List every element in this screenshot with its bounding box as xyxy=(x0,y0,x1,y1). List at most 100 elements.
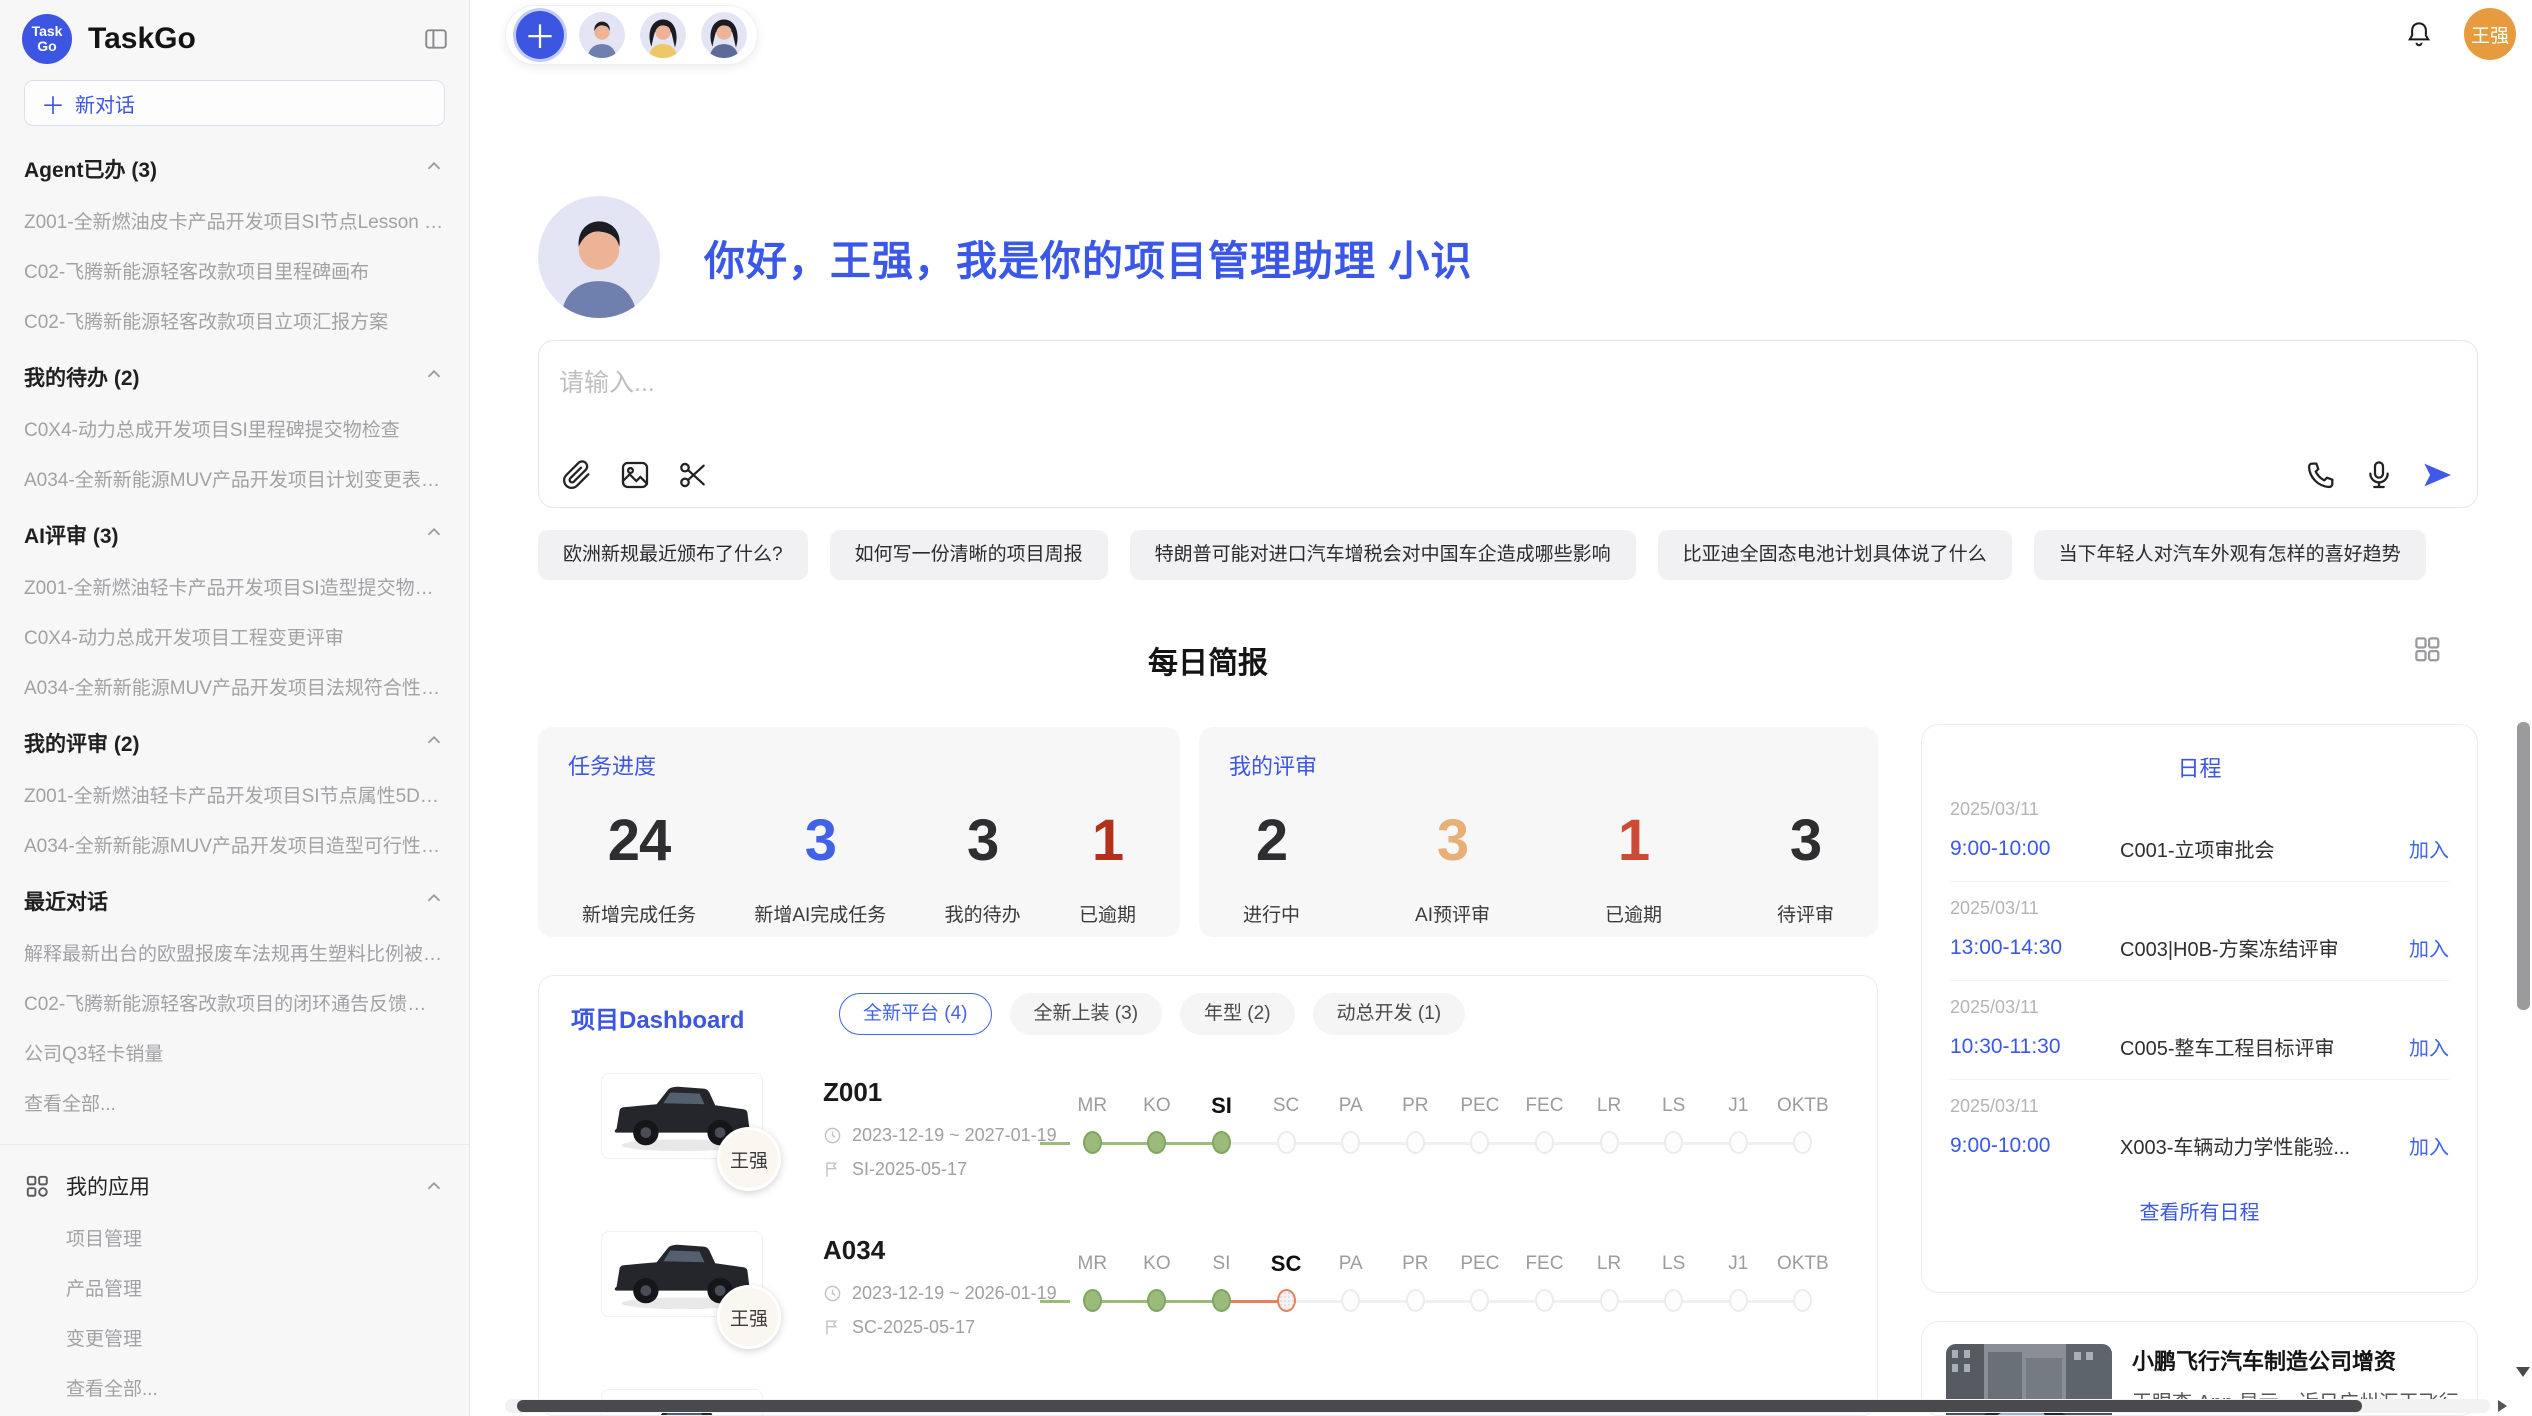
sidebar-item[interactable]: C0X4-动力总成开发项目SI里程碑提交物检查 xyxy=(24,415,445,442)
stat-label: AI预评审 xyxy=(1415,900,1490,927)
avatar[interactable] xyxy=(701,12,747,58)
milestone-label: KO xyxy=(1143,1249,1170,1279)
milestone-dot xyxy=(1277,1131,1296,1154)
sidebar-item[interactable]: 解释最新出台的欧盟报废车法规再生塑料比例被调至15%... xyxy=(24,939,445,966)
milestone-dot xyxy=(1470,1289,1489,1312)
apps-view-all[interactable]: 查看全部... xyxy=(24,1374,445,1401)
horizontal-scrollbar[interactable] xyxy=(505,1399,2490,1413)
stat-item: 24新增完成任务 xyxy=(582,807,696,927)
dashboard-tab[interactable]: 全新上装 (3) xyxy=(1010,993,1163,1035)
schedule-event: 2025/03/119:00-10:00X003-车辆动力学性能验...加入 xyxy=(1950,1080,2449,1178)
sidebar-item[interactable]: Z001-全新燃油皮卡产品开发项目SI节点Lesson Learn报告 xyxy=(24,207,445,234)
sidebar-section-header[interactable]: 最近对话 xyxy=(24,886,445,916)
sidebar-item[interactable]: C0X4-动力总成开发项目工程变更评审 xyxy=(24,623,445,650)
app-shortcut-item[interactable]: 产品管理 xyxy=(24,1274,445,1301)
composer-right-icons xyxy=(2305,459,2453,491)
project-name[interactable]: Z001 xyxy=(823,1077,882,1108)
milestone-label: PR xyxy=(1402,1091,1428,1121)
event-main: 10:30-11:30C005-整车工程目标评审加入 xyxy=(1950,1032,2449,1061)
vertical-scrollbar-thumb[interactable] xyxy=(2517,722,2530,1010)
scroll-right-arrow-icon[interactable] xyxy=(2498,1400,2507,1412)
add-conversation-button[interactable]: ＋ xyxy=(516,11,564,59)
assistant-avatar xyxy=(538,196,660,318)
sidebar-item[interactable]: C02-飞腾新能源轻客改款项目里程碑画布 xyxy=(24,257,445,284)
sidebar-item-my-apps[interactable]: 我的应用 xyxy=(24,1171,445,1201)
send-icon[interactable] xyxy=(2421,459,2453,491)
chevron-up-icon xyxy=(423,887,445,915)
sidebar-item[interactable]: A034-全新新能源MUV产品开发项目法规符合性评审 xyxy=(24,673,445,700)
suggestion-chip[interactable]: 如何写一份清晰的项目周报 xyxy=(830,530,1108,580)
scroll-down-arrow-icon[interactable] xyxy=(2516,1367,2530,1377)
project-row[interactable]: 王强A0342023-12-19 ~ 2026-01-19SC-2025-05-… xyxy=(539,1225,1878,1383)
horizontal-scrollbar-thumb[interactable] xyxy=(517,1400,2362,1412)
image-icon[interactable] xyxy=(619,459,651,491)
stat-item: 1已逾期 xyxy=(1079,807,1136,927)
sidebar-section-header[interactable]: 我的待办 (2) xyxy=(24,362,445,392)
suggestion-chip[interactable]: 欧洲新规最近颁布了什么? xyxy=(538,530,808,580)
milestone-label: LS xyxy=(1662,1249,1685,1279)
stat-value: 24 xyxy=(608,807,671,874)
avatar[interactable] xyxy=(640,12,686,58)
sidebar-item[interactable]: C02-飞腾新能源轻客改款项目立项汇报方案 xyxy=(24,307,445,334)
daily-brief-title: 每日简报 xyxy=(538,638,1878,682)
layout-grid-icon[interactable] xyxy=(2412,634,2442,664)
join-link[interactable]: 加入 xyxy=(2409,1131,2449,1160)
chevron-up-icon xyxy=(423,363,445,391)
view-all-schedule-link[interactable]: 查看所有日程 xyxy=(1950,1196,2449,1225)
chat-input[interactable] xyxy=(559,355,1959,411)
sidebar-item[interactable]: Z001-全新燃油轻卡产品开发项目SI节点属性5D文件评审 xyxy=(24,781,445,808)
sidebar-section-header[interactable]: 我的评审 (2) xyxy=(24,728,445,758)
apps-grid-icon xyxy=(24,1173,50,1199)
new-chat-button[interactable]: ＋ 新对话 xyxy=(24,80,445,126)
greeting-text: 你好，王强，我是你的项目管理助理 小识 xyxy=(704,227,1472,287)
suggestion-chip[interactable]: 比亚迪全固态电池计划具体说了什么 xyxy=(1658,530,2012,580)
join-link[interactable]: 加入 xyxy=(2409,834,2449,863)
sidebar-item[interactable]: 公司Q3轻卡销量 xyxy=(24,1039,445,1066)
dashboard-title: 项目Dashboard xyxy=(571,1000,744,1035)
phone-call-icon[interactable] xyxy=(2305,459,2337,491)
user-avatar[interactable]: 王强 xyxy=(2464,8,2516,60)
event-time: 13:00-14:30 xyxy=(1950,936,2120,960)
dashboard-tab[interactable]: 动总开发 (1) xyxy=(1313,993,1466,1035)
stat-item: 3新增AI完成任务 xyxy=(754,807,886,927)
milestone-label: FEC xyxy=(1525,1091,1563,1121)
notification-bell-icon[interactable] xyxy=(2404,19,2434,49)
scissors-icon[interactable] xyxy=(677,459,709,491)
sidebar-item[interactable]: Z001-全新燃油轻卡产品开发项目SI造型提交物评审 xyxy=(24,573,445,600)
sidebar-item[interactable]: C02-飞腾新能源轻客改款项目的闭环通告反馈情况 xyxy=(24,989,445,1016)
milestone-dot xyxy=(1535,1131,1554,1154)
event-date: 2025/03/11 xyxy=(1950,1096,2449,1117)
sidebar-header: Task Go TaskGo xyxy=(0,0,469,64)
dashboard-tab[interactable]: 全新平台 (4) xyxy=(839,993,992,1035)
stat-item: 3待评审 xyxy=(1777,807,1834,927)
milestone-track: MRKOSISCPAPRPECFECLRLSJ1OKTB xyxy=(1060,1091,1835,1154)
collapse-sidebar-icon[interactable] xyxy=(423,26,449,52)
schedule-event: 2025/03/119:00-10:00C001-立项审批会加入 xyxy=(1950,783,2449,882)
milestone-label: FEC xyxy=(1525,1249,1563,1279)
avatar[interactable] xyxy=(579,12,625,58)
event-date: 2025/03/11 xyxy=(1950,799,2449,820)
suggestion-chip[interactable]: 当下年轻人对汽车外观有怎样的喜好趋势 xyxy=(2034,530,2426,580)
dashboard-tab[interactable]: 年型 (2) xyxy=(1180,993,1295,1035)
app-shortcut-item[interactable]: 变更管理 xyxy=(24,1324,445,1351)
composer-left-icons xyxy=(561,459,709,491)
app-shortcut-item[interactable]: 项目管理 xyxy=(24,1224,445,1251)
project-name[interactable]: A034 xyxy=(823,1235,885,1266)
sidebar-section-header[interactable]: AI评审 (3) xyxy=(24,520,445,550)
suggestion-chip[interactable]: 特朗普可能对进口汽车增税会对中国车企造成哪些影响 xyxy=(1130,530,1636,580)
milestone-dot xyxy=(1083,1289,1102,1312)
project-row[interactable]: 王强Z0012023-12-19 ~ 2027-01-19SI-2025-05-… xyxy=(539,1067,1878,1225)
sidebar-section-header[interactable]: Agent已办 (3) xyxy=(24,154,445,184)
microphone-icon[interactable] xyxy=(2363,459,2395,491)
join-link[interactable]: 加入 xyxy=(2409,933,2449,962)
join-link[interactable]: 加入 xyxy=(2409,1032,2449,1061)
attachment-icon[interactable] xyxy=(561,459,593,491)
schedule-title: 日程 xyxy=(1950,751,2449,783)
sidebar-item[interactable]: A034-全新新能源MUV产品开发项目造型可行性评审 xyxy=(24,831,445,858)
stat-value: 3 xyxy=(1790,807,1821,874)
milestone-dot xyxy=(1147,1131,1166,1154)
milestone-dot xyxy=(1664,1289,1683,1312)
view-all-link[interactable]: 查看全部... xyxy=(24,1089,445,1116)
sidebar-item[interactable]: A034-全新新能源MUV产品开发项目计划变更表编写 xyxy=(24,465,445,492)
app-logo: Task Go xyxy=(22,14,72,64)
